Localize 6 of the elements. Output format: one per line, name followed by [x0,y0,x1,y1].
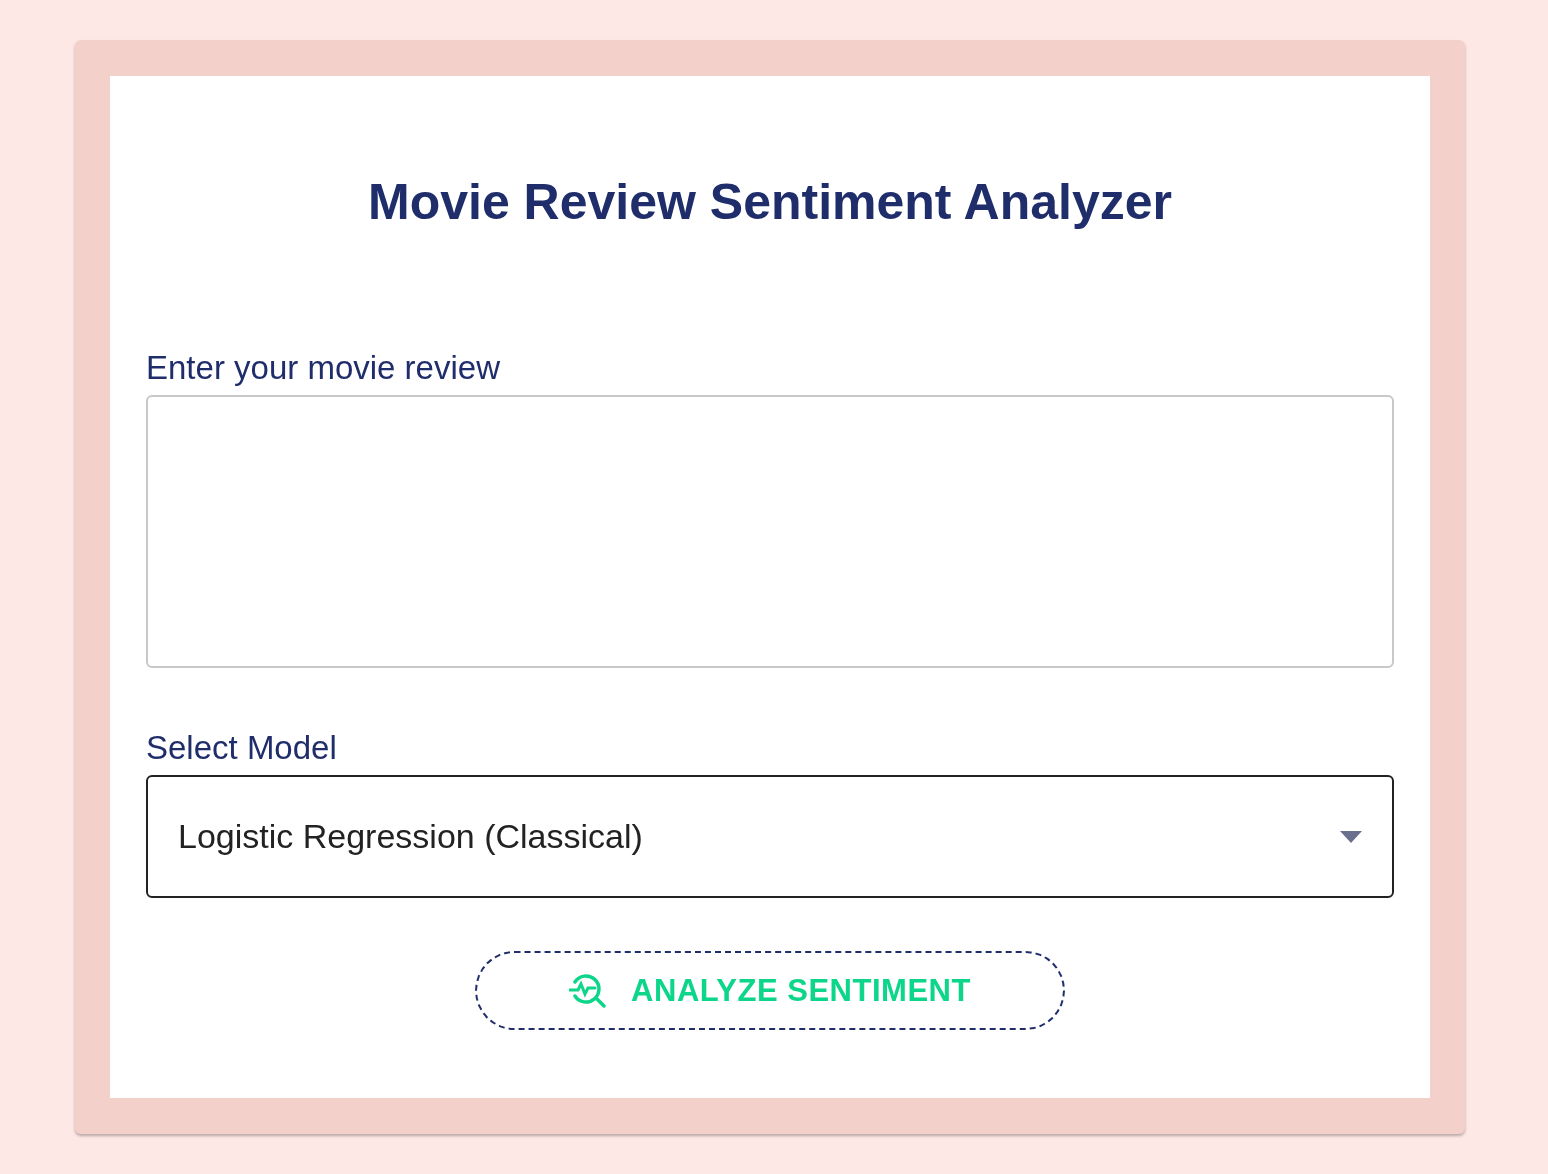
review-label: Enter your movie review [146,348,500,388]
page-title: Movie Review Sentiment Analyzer [367,173,1173,232]
model-select[interactable]: Logistic Regression (Classical) [146,775,1394,898]
review-input-field[interactable] [146,395,1394,668]
model-label: Select Model [146,728,337,768]
caret-icon [1340,830,1362,843]
